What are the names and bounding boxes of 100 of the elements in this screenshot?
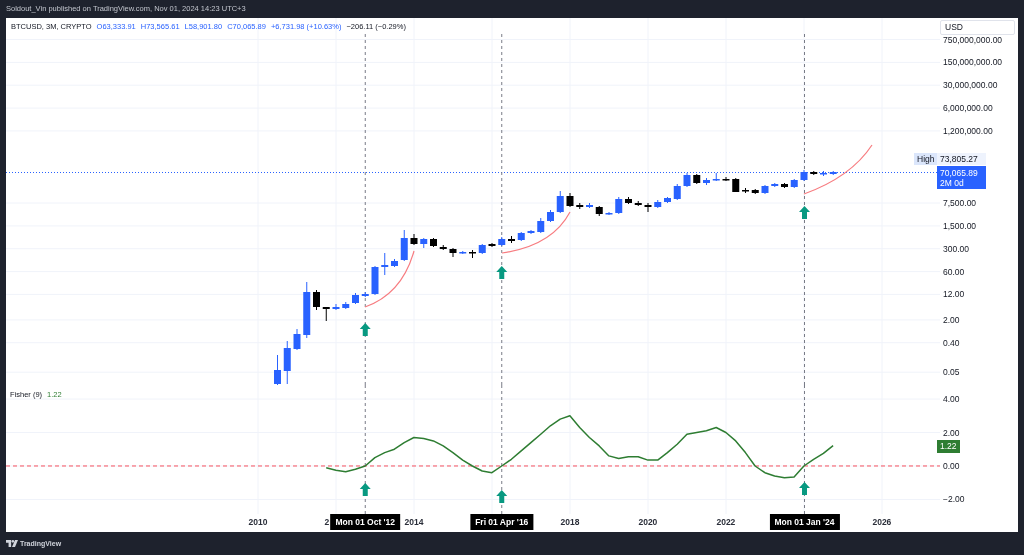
candlestick xyxy=(352,292,359,305)
candlestick xyxy=(693,173,701,185)
candlestick xyxy=(761,184,769,195)
candlestick xyxy=(439,244,447,251)
candlestick xyxy=(332,303,340,311)
candlestick xyxy=(556,190,564,214)
candlestick xyxy=(293,328,301,351)
indicator-axis-label: −2.00 xyxy=(943,494,965,505)
candlestick xyxy=(566,192,574,208)
candlestick xyxy=(547,209,554,223)
time-axis-label: 2014 xyxy=(404,516,424,528)
candlestick xyxy=(790,178,798,189)
candlestick xyxy=(517,231,525,242)
candlestick xyxy=(430,237,437,248)
candlestick xyxy=(712,172,720,182)
indicator-axis-label: 4.00 xyxy=(943,394,960,405)
price-axis-label: 300.00 xyxy=(943,243,969,254)
up-arrow-icon xyxy=(496,266,508,279)
candlestick xyxy=(615,196,623,215)
price-axis-label: 0.05 xyxy=(943,367,960,378)
indicator-value-label: 1.22 xyxy=(937,440,960,453)
up-arrow-icon xyxy=(799,482,810,495)
candlestick xyxy=(410,233,418,246)
candlestick xyxy=(829,170,837,176)
time-axis-label: 2 xyxy=(324,516,330,528)
candlestick xyxy=(751,188,759,195)
candlestick xyxy=(274,354,281,385)
up-arrow-icon xyxy=(799,206,810,219)
candlestick xyxy=(703,177,710,186)
candlestick xyxy=(371,265,379,296)
high-label: High xyxy=(914,153,938,165)
up-arrow-icon xyxy=(359,323,371,336)
candlestick xyxy=(303,281,311,339)
time-axis-label: 2018 xyxy=(560,516,580,528)
candlestick xyxy=(361,291,369,298)
candlestick xyxy=(449,247,457,258)
candlestick xyxy=(664,196,671,204)
logo-icon xyxy=(6,540,18,547)
price-axis-label: 1,200,000.00 xyxy=(943,125,993,136)
price-axis-label: 30,000,000.00 xyxy=(943,80,998,91)
candlestick xyxy=(537,217,545,234)
price-axis-label: 2.00 xyxy=(943,314,960,325)
price-axis-label: 150,000,000.00 xyxy=(943,57,1003,68)
date-label: Mon 01 Oct '12 xyxy=(330,514,401,530)
high-price-label: 73,805.27 xyxy=(937,153,986,165)
price-axis-label: 60.00 xyxy=(943,266,965,277)
candlestick xyxy=(644,202,652,213)
candlestick xyxy=(654,199,662,209)
price-axis-label: 1,500.00 xyxy=(943,220,977,231)
time-axis-label: 2010 xyxy=(248,516,268,528)
candlestick xyxy=(488,242,496,248)
price-axis-label: 7,500.00 xyxy=(943,198,977,208)
price-axis-label: 12.00 xyxy=(943,289,965,300)
price-axis-label: 6,000,000.00 xyxy=(943,103,993,114)
time-axis-label: 2020 xyxy=(638,516,658,528)
candlestick xyxy=(469,249,476,259)
candlestick xyxy=(605,211,613,216)
candlestick xyxy=(508,235,515,244)
candlestick xyxy=(732,177,740,193)
candlestick xyxy=(742,187,749,194)
projection-curve xyxy=(364,250,415,308)
candlestick xyxy=(781,182,788,189)
last-price-value: 70,065.89 xyxy=(940,167,979,178)
bar-countdown: 2M 0d xyxy=(940,177,965,188)
candlestick xyxy=(771,182,779,188)
candlestick xyxy=(342,301,350,310)
candlestick xyxy=(478,243,486,255)
candlestick xyxy=(400,229,408,262)
time-axis-label: 2022 xyxy=(716,516,736,528)
candlestick xyxy=(625,196,632,205)
candlestick xyxy=(420,237,428,249)
candlestick xyxy=(595,205,603,217)
candlestick xyxy=(800,169,808,182)
candlestick xyxy=(683,172,691,188)
candlestick xyxy=(586,202,593,209)
projection-curve xyxy=(803,144,873,195)
candlestick xyxy=(283,340,291,385)
currency-button[interactable]: USD xyxy=(940,20,1015,35)
projection-curve xyxy=(501,211,571,254)
candlestick xyxy=(498,236,506,247)
date-label: Fri 01 Apr '16 xyxy=(470,514,534,530)
candlestick xyxy=(820,170,827,177)
candlestick xyxy=(634,200,642,207)
candlestick xyxy=(810,170,818,176)
candlestick xyxy=(322,306,330,322)
candlestick xyxy=(391,258,398,268)
indicator-axis-label: 0.00 xyxy=(943,460,960,471)
candlestick xyxy=(722,176,730,182)
candlestick xyxy=(381,252,389,276)
candlestick xyxy=(313,289,320,311)
up-arrow-icon xyxy=(496,490,508,503)
price-axis-label: 750,000,000.00 xyxy=(943,34,1003,45)
candlestick xyxy=(673,183,681,201)
date-label: Mon 01 Jan '24 xyxy=(769,514,840,530)
candlestick xyxy=(576,202,584,210)
candlestick xyxy=(527,229,535,235)
time-axis-label: 2026 xyxy=(872,516,892,528)
up-arrow-icon xyxy=(359,483,371,496)
indicator-axis-label: 2.00 xyxy=(943,427,960,438)
price-axis-label: 0.40 xyxy=(943,337,960,348)
